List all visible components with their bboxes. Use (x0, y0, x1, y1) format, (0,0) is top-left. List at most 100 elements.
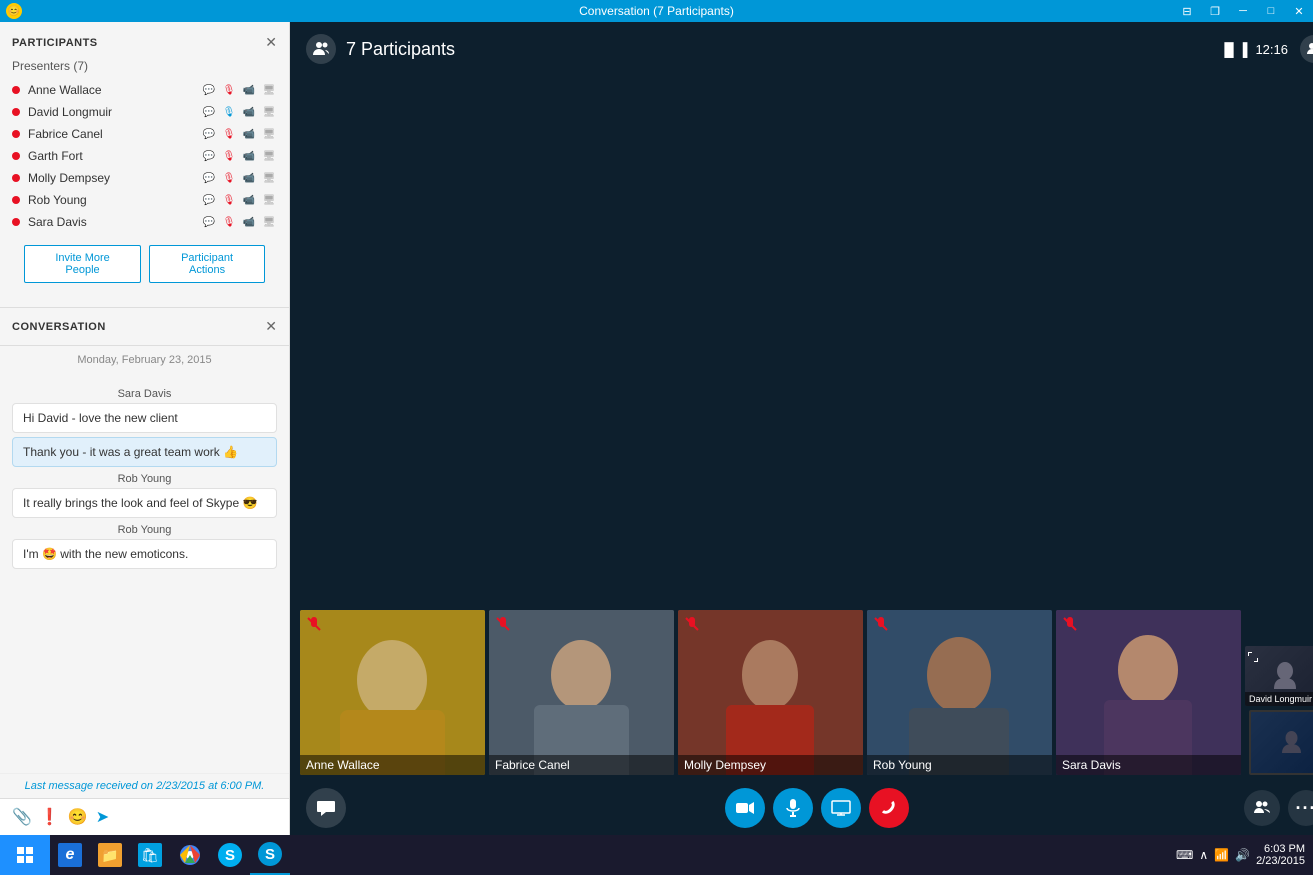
participants-video-icon (306, 34, 336, 64)
taskbar-skype-1[interactable]: S (210, 835, 250, 875)
message-sender: Rob Young (12, 524, 277, 536)
message-sender: Rob Young (12, 473, 277, 485)
participant-icons: 💬 🎙 📹 🖥 (201, 104, 277, 120)
screen-icon: 🖥 (261, 82, 277, 98)
more-options-button[interactable]: ··· (1288, 790, 1313, 826)
participant-actions-button[interactable]: Participant Actions (149, 245, 265, 283)
skype-logo: 😊 (6, 3, 22, 19)
titlebar: 😊 Conversation (7 Participants) ⊟ ❐ ─ □ … (0, 0, 1313, 22)
expand-icon (1248, 649, 1258, 667)
video-thumb-molly-dempsey[interactable]: Molly Dempsey (678, 610, 863, 775)
window-title: Conversation (7 Participants) (579, 4, 734, 18)
taskbar-chrome[interactable] (170, 835, 210, 875)
participant-name: Sara Davis (28, 215, 201, 229)
video-icon: 📹 (241, 192, 257, 208)
attachment-icon[interactable]: 📎 (12, 807, 32, 827)
conversation-close-button[interactable]: ✕ (265, 318, 277, 335)
video-icon: 📹 (241, 148, 257, 164)
video-thumb-sara-davis[interactable]: Sara Davis (1056, 610, 1241, 775)
participants-header: PARTICIPANTS ✕ (12, 34, 277, 51)
video-thumb-name: Anne Wallace (300, 755, 485, 775)
screen-icon: 🖥 (261, 192, 277, 208)
video-icon: 📹 (241, 126, 257, 142)
conversation-section-title: CONVERSATION (12, 321, 106, 333)
video-header: 7 Participants ▐▌▐ 12:16 (290, 22, 1313, 76)
participant-row: Sara Davis 💬 🎙 📹 🖥 (12, 211, 277, 233)
participant-status-dot (12, 152, 20, 160)
video-thumb-anne-wallace[interactable]: Anne Wallace (300, 610, 485, 775)
maximize-button[interactable]: □ (1257, 0, 1285, 22)
add-participant-button[interactable] (1300, 35, 1313, 63)
participant-row: Garth Fort 💬 🎙 📹 🖥 (12, 145, 277, 167)
close-button[interactable]: ✕ (1285, 0, 1313, 22)
participant-status-dot (12, 130, 20, 138)
left-panel: PARTICIPANTS ✕ Presenters (7) Anne Walla… (0, 22, 290, 835)
start-button[interactable] (0, 835, 50, 875)
taskbar-date: 2/23/2015 (1256, 855, 1305, 867)
screen-share-button[interactable] (821, 788, 861, 828)
taskbar-clock: 6:03 PM (1256, 843, 1305, 855)
mute-icon (495, 616, 511, 635)
chat-icon: 💬 (201, 82, 217, 98)
taskbar-ie[interactable]: e (50, 835, 90, 875)
video-thumb-name-small: David Longmuir (1245, 692, 1313, 706)
taskbar: e 📁 🛍 S S ⌨ ∧ 📶 🔊 6:03 PM 2/23/2015 (0, 835, 1313, 875)
window-controls: ⊟ ❐ ─ □ ✕ (1173, 0, 1313, 22)
video-thumb-fabrice-canel[interactable]: Fabrice Canel (489, 610, 674, 775)
chat-bubble: Hi David - love the new client (12, 403, 277, 433)
mic-muted-icon: 🎙 (221, 148, 237, 164)
video-thumb-name: Fabrice Canel (489, 755, 674, 775)
participant-row: Fabrice Canel 💬 🎙 📹 🖥 (12, 123, 277, 145)
screen-icon: 🖥 (261, 170, 277, 186)
minimize-button[interactable]: ─ (1229, 0, 1257, 22)
arrow-up-icon[interactable]: ∧ (1199, 848, 1208, 862)
participant-name: David Longmuir (28, 105, 201, 119)
participants-section: PARTICIPANTS ✕ Presenters (7) Anne Walla… (0, 22, 289, 308)
participant-name: Fabrice Canel (28, 127, 201, 141)
participants-close-button[interactable]: ✕ (265, 34, 277, 51)
taskbar-explorer[interactable]: 📁 (90, 835, 130, 875)
importance-icon[interactable]: ❗ (40, 807, 60, 827)
participant-row: Rob Young 💬 🎙 📹 🖥 (12, 189, 277, 211)
participant-status-dot (12, 86, 20, 94)
mic-button[interactable] (773, 788, 813, 828)
taskbar-time: 6:03 PM 2/23/2015 (1256, 843, 1305, 867)
chat-input-area: 📎 ❗ 😊 ➤ (0, 798, 289, 835)
video-button[interactable] (725, 788, 765, 828)
participant-status-dot (12, 108, 20, 116)
participants-section-title: PARTICIPANTS (12, 37, 98, 49)
participant-icons: 💬 🎙 📹 🖥 (201, 148, 277, 164)
screen-icon: 🖥 (261, 148, 277, 164)
chat-icon: 💬 (201, 170, 217, 186)
chat-bubble: It really brings the look and feel of Sk… (12, 488, 277, 518)
chat-icon: 💬 (201, 148, 217, 164)
snap-button[interactable]: ⊟ (1173, 0, 1201, 22)
mute-icon (684, 616, 700, 635)
video-thumb-david-longmuir[interactable]: David Longmuir (1245, 646, 1313, 706)
mute-icon (1062, 616, 1078, 635)
taskbar-store[interactable]: 🛍 (130, 835, 170, 875)
video-panel: 7 Participants ▐▌▐ 12:16 (290, 22, 1313, 835)
restore-down-button[interactable]: ❐ (1201, 0, 1229, 22)
taskbar-skype-active[interactable]: S (250, 835, 290, 875)
chat-toggle-button[interactable] (306, 788, 346, 828)
mute-icon (873, 616, 889, 635)
video-thumb-rob-young[interactable]: Rob Young (867, 610, 1052, 775)
volume-icon[interactable]: 🔊 (1235, 848, 1250, 862)
participant-name: Anne Wallace (28, 83, 201, 97)
network-icon: 📶 (1214, 848, 1229, 862)
last-message-info: Last message received on 2/23/2015 at 6:… (0, 773, 289, 798)
emoji-picker-icon[interactable]: 😊 (68, 807, 88, 827)
keyboard-icon: ⌨ (1176, 848, 1193, 862)
video-icon: 📹 (241, 82, 257, 98)
participant-status-dot (12, 174, 20, 182)
end-call-button[interactable] (869, 788, 909, 828)
participants-side-button[interactable] (1244, 790, 1280, 826)
participant-icons: 💬 🎙 📹 🖥 (201, 170, 277, 186)
send-icon[interactable]: ➤ (96, 807, 109, 827)
mic-muted-icon: 🎙 (221, 192, 237, 208)
mic-muted-icon: 🎙 (221, 126, 237, 142)
screen-icon: 🖥 (261, 126, 277, 142)
invite-more-button[interactable]: Invite More People (24, 245, 141, 283)
mute-icon (306, 616, 322, 635)
